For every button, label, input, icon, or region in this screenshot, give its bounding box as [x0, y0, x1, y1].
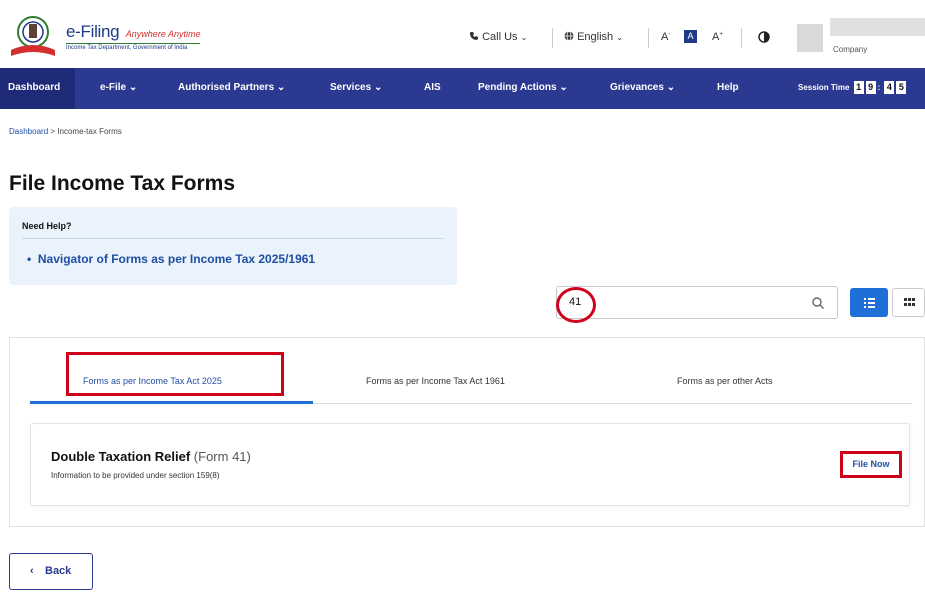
divider [552, 28, 553, 48]
file-now-button[interactable]: File Now [840, 451, 902, 478]
nav-item-label: Services [330, 82, 372, 93]
search-input[interactable]: 41 [556, 286, 838, 319]
font-decrease-button[interactable]: A- [661, 31, 670, 43]
brand-name: e-Filing [66, 22, 120, 41]
chevron-down-icon: ⌄ [616, 33, 623, 42]
globe-icon [564, 31, 574, 41]
chevron-left-icon: ‹ [30, 565, 34, 577]
navigator-link-label: Navigator of Forms as per Income Tax 202… [37, 252, 316, 266]
nav-item-label: Grievances [610, 82, 664, 93]
nav-item-help[interactable]: Help [717, 82, 739, 93]
divider [648, 28, 649, 48]
form-code: (Form 41) [193, 449, 251, 464]
language-selector[interactable]: English ⌄ [564, 31, 623, 43]
search-value: 41 [569, 296, 582, 308]
nav-item-ais[interactable]: AIS [424, 82, 441, 93]
call-us-menu[interactable]: Call Us ⌄ [469, 31, 527, 43]
back-button[interactable]: ‹ Back [9, 553, 93, 590]
divider [22, 238, 444, 239]
session-colon: : [877, 83, 881, 92]
active-tab-indicator [30, 401, 313, 404]
session-digit: 9 [865, 81, 876, 94]
form-title: Double Taxation Relief (Form 41) [51, 449, 251, 464]
font-increase-button[interactable]: A+ [712, 31, 723, 43]
brand[interactable]: e-Filing Anywhere Anytime Income Tax Dep… [66, 22, 201, 51]
tab-other-acts[interactable]: Forms as per other Acts [677, 376, 773, 386]
nav-item-label: Pending Actions [478, 82, 557, 93]
form-name: Double Taxation Relief [51, 449, 191, 464]
nav-item-efile[interactable]: e-File ⌄ [100, 82, 137, 93]
user-type: Company [833, 45, 868, 54]
form-description: Information to be provided under section… [51, 471, 220, 480]
navigator-link[interactable]: • Navigator of Forms as per Income Tax 2… [27, 252, 315, 266]
username-redacted [830, 18, 925, 36]
breadcrumb-current: Income-tax Forms [57, 127, 122, 136]
chevron-down-icon: ⌄ [559, 82, 568, 93]
chevron-down-icon: ⌄ [520, 33, 528, 42]
session-timer: Session Time 19:45 [798, 81, 907, 94]
brand-subtitle: Income Tax Department, Government of Ind… [66, 43, 200, 51]
page-title: File Income Tax Forms [9, 172, 236, 195]
brand-tagline: Anywhere Anytime [125, 29, 201, 39]
list-view-button[interactable] [850, 288, 888, 317]
chevron-down-icon: ⌄ [276, 82, 286, 93]
annotation-box [66, 352, 284, 396]
nav-item-grievances[interactable]: Grievances ⌄ [610, 82, 675, 93]
nav-item-pending-actions[interactable]: Pending Actions ⌄ [478, 82, 568, 93]
back-label: Back [45, 565, 72, 577]
call-us-label: Call Us [482, 31, 518, 43]
language-label: English [577, 31, 614, 43]
font-reset-button[interactable]: A [684, 30, 697, 43]
session-digit: 4 [884, 81, 895, 94]
nav-item-label: e-File [100, 82, 127, 93]
contrast-icon[interactable] [758, 31, 770, 43]
top-bar: e-Filing Anywhere Anytime Income Tax Dep… [0, 0, 925, 68]
nav-item-dashboard[interactable]: Dashboard [8, 82, 60, 93]
list-icon [864, 298, 875, 308]
bullet-icon: • [27, 252, 38, 266]
chevron-down-icon: ⌄ [128, 82, 138, 93]
session-digit: 1 [853, 81, 864, 94]
form-card: Double Taxation Relief (Form 41) Informa… [30, 423, 910, 506]
font-reset-label: A [687, 31, 694, 41]
nav-item-authorised-partners[interactable]: Authorised Partners ⌄ [178, 82, 285, 93]
breadcrumb-separator: > [50, 127, 56, 136]
session-digit: 5 [896, 81, 907, 94]
grid-view-button[interactable] [892, 288, 925, 317]
nav-item-services[interactable]: Services ⌄ [330, 82, 382, 93]
breadcrumb-home[interactable]: Dashboard [9, 127, 48, 136]
help-title: Need Help? [22, 221, 72, 231]
chevron-down-icon: ⌄ [666, 82, 676, 93]
grid-icon [904, 298, 915, 306]
phone-icon [470, 32, 478, 40]
chevron-down-icon: ⌄ [373, 82, 383, 93]
help-box: Need Help? • Navigator of Forms as per I… [9, 207, 457, 285]
emblem-logo-icon[interactable] [8, 14, 58, 60]
search-icon[interactable] [811, 296, 825, 310]
main-nav: Dashboard e-File ⌄ Authorised Partners ⌄… [0, 68, 925, 109]
nav-item-label: Authorised Partners [178, 82, 275, 93]
tab-income-tax-act-1961[interactable]: Forms as per Income Tax Act 1961 [366, 376, 505, 386]
breadcrumb: Dashboard > Income-tax Forms [9, 127, 122, 136]
session-label: Session Time [798, 83, 850, 92]
divider [741, 28, 742, 48]
avatar[interactable] [797, 24, 823, 52]
